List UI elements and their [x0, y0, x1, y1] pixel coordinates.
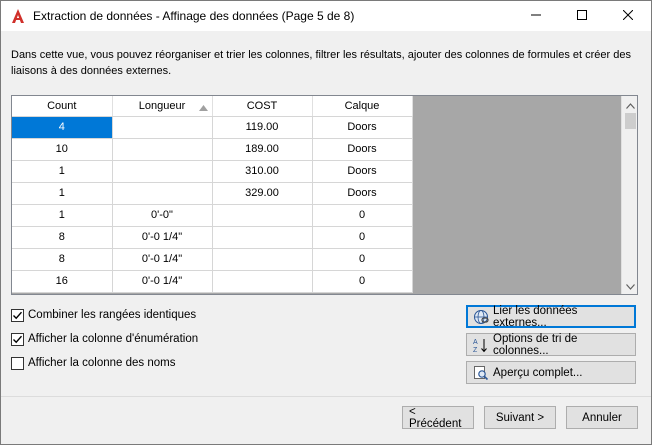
cell-cost[interactable]: 310.00 — [212, 160, 313, 183]
minimize-icon — [531, 9, 541, 23]
cell-count[interactable]: 10 — [12, 138, 113, 161]
cell-cost[interactable]: 119.00 — [212, 116, 313, 139]
previous-label: < Précédent — [409, 405, 462, 430]
preview-magnifier-icon — [473, 365, 489, 381]
cell-longueur[interactable]: 0'-0 1/4" — [112, 248, 213, 271]
data-table: Count Longueur COST Calque 4 119.00 Door… — [12, 96, 413, 293]
table-row[interactable]: 16 0'-0 1/4" 0 — [12, 270, 413, 293]
column-header-cost[interactable]: COST — [212, 96, 313, 117]
column-header-longueur[interactable]: Longueur — [112, 96, 213, 117]
column-header-label: Count — [47, 99, 77, 112]
link-external-data-label: Lier les données externes... — [493, 304, 578, 329]
combine-rows-label: Combiner les rangées identiques — [28, 309, 197, 321]
show-names-checkbox[interactable] — [11, 356, 24, 370]
cell-cost[interactable] — [212, 204, 313, 227]
cell-calque[interactable]: 0 — [312, 204, 413, 227]
full-preview-button[interactable]: Aperçu complet... — [466, 361, 636, 384]
cell-longueur[interactable] — [112, 138, 213, 161]
page-description: Dans cette vue, vous pouvez réorganiser … — [11, 49, 631, 77]
sort-ascending-icon — [198, 102, 208, 111]
svg-text:Z: Z — [473, 347, 478, 353]
previous-button[interactable]: < Précédent — [402, 405, 474, 430]
show-names-option[interactable]: Afficher la colonne des noms — [11, 355, 175, 371]
cell-count[interactable]: 8 — [12, 226, 113, 249]
close-icon — [622, 9, 634, 23]
link-icon — [473, 309, 489, 325]
cell-calque[interactable]: 0 — [312, 248, 413, 271]
maximize-icon — [577, 9, 587, 23]
show-count-label: Afficher la colonne d'énumération — [28, 333, 199, 345]
column-sort-options-button[interactable]: A Z Options de tri de colonnes... — [466, 332, 636, 357]
column-header-label: Longueur — [138, 99, 186, 112]
close-button[interactable] — [605, 1, 651, 31]
show-count-checkbox[interactable] — [11, 332, 24, 346]
cancel-label: Annuler — [582, 411, 622, 424]
table-row[interactable]: 8 0'-0 1/4" 0 — [12, 248, 413, 271]
cell-longueur[interactable] — [112, 116, 213, 139]
scroll-thumb[interactable] — [625, 113, 636, 129]
combine-rows-option[interactable]: Combiner les rangées identiques — [11, 307, 196, 323]
combine-rows-checkbox[interactable] — [11, 308, 24, 322]
cell-longueur[interactable]: 0'-0 1/4" — [112, 270, 213, 293]
chevron-down-icon — [626, 279, 635, 293]
cell-cost[interactable] — [212, 270, 313, 293]
full-preview-label: Aperçu complet... — [493, 366, 583, 379]
column-sort-options-label: Options de tri de colonnes... — [493, 332, 578, 357]
data-grid[interactable]: Count Longueur COST Calque 4 119.00 Door… — [11, 95, 638, 295]
cell-cost[interactable]: 329.00 — [212, 182, 313, 205]
cell-longueur[interactable]: 0'-0" — [112, 204, 213, 227]
column-header-calque[interactable]: Calque — [312, 96, 413, 117]
autocad-logo-icon — [10, 8, 26, 24]
scroll-down-button[interactable] — [622, 277, 637, 294]
cell-calque[interactable]: Doors — [312, 182, 413, 205]
cell-count[interactable]: 8 — [12, 248, 113, 271]
column-header-count[interactable]: Count — [12, 96, 113, 117]
cancel-button[interactable]: Annuler — [566, 406, 638, 429]
cell-calque[interactable]: 0 — [312, 226, 413, 249]
column-header-label: COST — [246, 99, 278, 112]
next-button[interactable]: Suivant > — [484, 406, 556, 429]
column-header-label: Calque — [344, 99, 380, 112]
next-label: Suivant > — [495, 411, 545, 424]
scroll-up-button[interactable] — [622, 96, 637, 113]
cell-calque[interactable]: Doors — [312, 116, 413, 139]
cell-count[interactable]: 1 — [12, 182, 113, 205]
window-title: Extraction de données - Affinage des don… — [33, 9, 355, 23]
table-row[interactable]: 1 310.00 Doors — [12, 160, 413, 183]
footer-divider — [1, 396, 651, 397]
show-count-option[interactable]: Afficher la colonne d'énumération — [11, 331, 198, 347]
dialog-body: Dans cette vue, vous pouvez réorganiser … — [1, 31, 651, 444]
sort-az-icon: A Z — [473, 337, 489, 354]
cell-count[interactable]: 16 — [12, 270, 113, 293]
cell-calque[interactable]: Doors — [312, 138, 413, 161]
table-row[interactable]: 10 189.00 Doors — [12, 138, 413, 161]
table-row[interactable]: 4 119.00 Doors — [12, 116, 413, 139]
table-header-row: Count Longueur COST Calque — [12, 96, 413, 117]
dialog-window: Extraction de données - Affinage des don… — [0, 0, 652, 445]
cell-longueur[interactable]: 0'-0 1/4" — [112, 226, 213, 249]
cell-longueur[interactable] — [112, 182, 213, 205]
cell-cost[interactable]: 189.00 — [212, 138, 313, 161]
show-names-label: Afficher la colonne des noms — [28, 357, 176, 369]
minimize-button[interactable] — [513, 1, 559, 31]
table-row[interactable]: 1 329.00 Doors — [12, 182, 413, 205]
cell-count[interactable]: 1 — [12, 204, 113, 227]
svg-text:A: A — [473, 339, 478, 346]
cell-count[interactable]: 4 — [12, 116, 113, 139]
table-row[interactable]: 1 0'-0" 0 — [12, 204, 413, 227]
title-bar[interactable]: Extraction de données - Affinage des don… — [1, 1, 651, 31]
link-external-data-button[interactable]: Lier les données externes... — [466, 304, 636, 329]
cell-cost[interactable] — [212, 226, 313, 249]
chevron-up-icon — [626, 98, 635, 112]
table-row[interactable]: 8 0'-0 1/4" 0 — [12, 226, 413, 249]
cell-calque[interactable]: Doors — [312, 160, 413, 183]
cell-count[interactable]: 1 — [12, 160, 113, 183]
maximize-button[interactable] — [559, 1, 605, 31]
cell-calque[interactable]: 0 — [312, 270, 413, 293]
cell-cost[interactable] — [212, 248, 313, 271]
cell-longueur[interactable] — [112, 160, 213, 183]
vertical-scrollbar[interactable] — [621, 96, 637, 294]
